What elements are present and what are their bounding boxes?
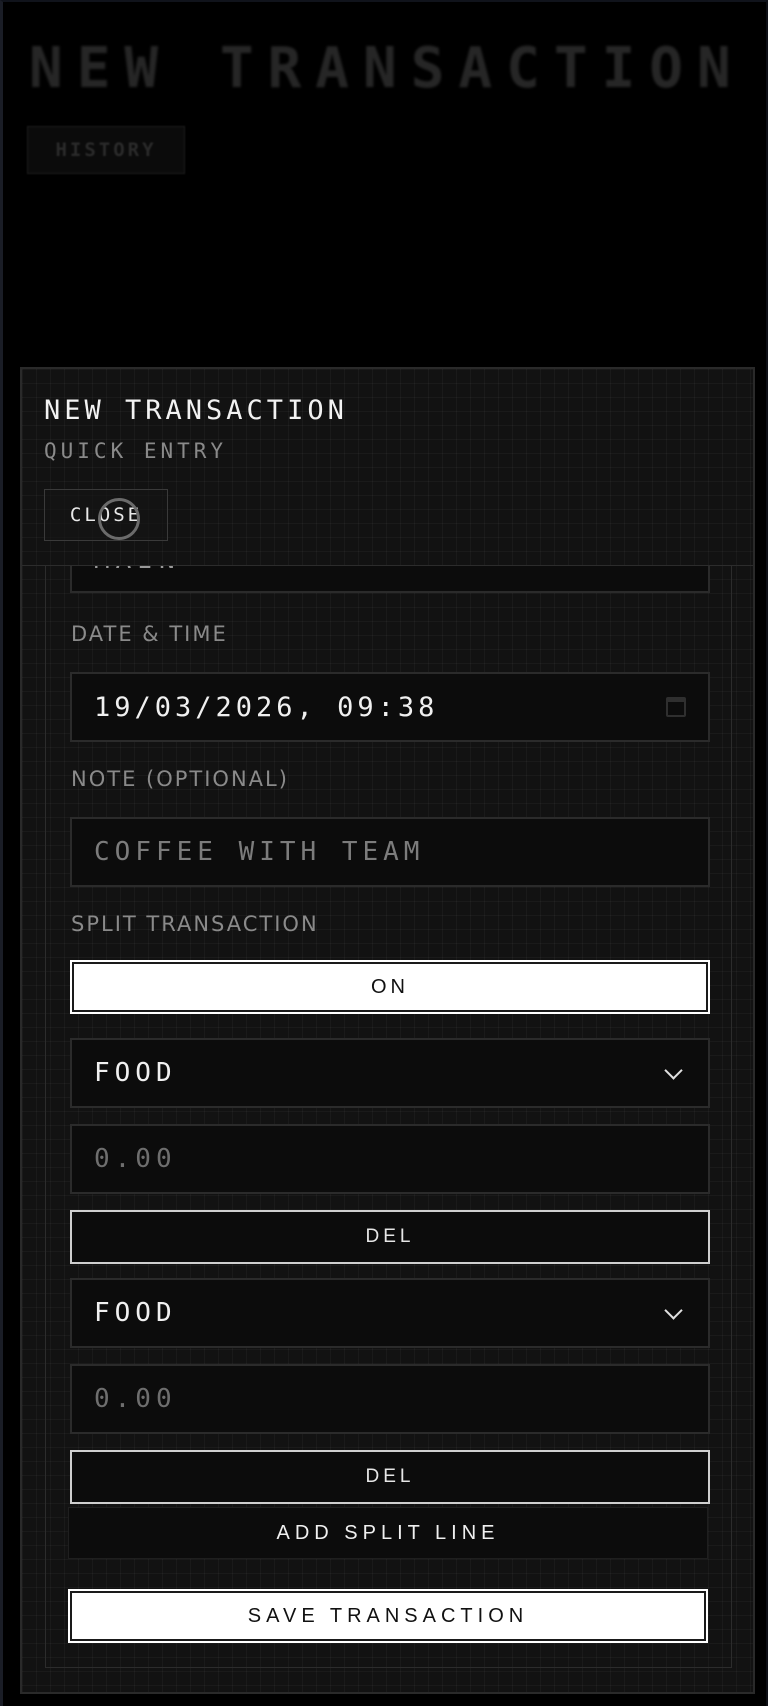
split-amount-input[interactable]: 0.00 (70, 1124, 710, 1194)
note-input[interactable]: COFFEE WITH TEAM (70, 817, 710, 887)
account-select[interactable]: MAIN (70, 566, 710, 593)
chevron-down-icon (664, 1300, 683, 1320)
date-time-input[interactable]: 19/03/2026, 09:38 (70, 672, 710, 742)
split-category-value: FOOD (94, 1298, 177, 1328)
add-split-line-button[interactable]: ADD SPLIT LINE (68, 1507, 708, 1559)
save-transaction-button[interactable]: SAVE TRANSACTION (68, 1589, 708, 1643)
account-select-value: MAIN (94, 566, 181, 575)
split-category-value: FOOD (94, 1058, 177, 1088)
note-label: NOTE (OPTIONAL) (71, 767, 289, 791)
chevron-down-icon (664, 1060, 683, 1080)
date-time-value: 19/03/2026, 09:38 (94, 691, 439, 723)
split-category-select[interactable]: FOOD (70, 1038, 710, 1108)
background-page-title: NEW TRANSACTION (29, 36, 745, 101)
new-transaction-modal: NEW TRANSACTION QUICK ENTRY CLOSE MAIN D… (20, 367, 755, 1694)
modal-subtitle: QUICK ENTRY (44, 439, 228, 463)
delete-split-button[interactable]: DEL (70, 1450, 710, 1504)
split-transaction-label: SPLIT TRANSACTION (71, 912, 319, 936)
close-button[interactable]: CLOSE (44, 489, 168, 541)
delete-split-button[interactable]: DEL (70, 1210, 710, 1264)
split-amount-input[interactable]: 0.00 (70, 1364, 710, 1434)
split-amount-placeholder: 0.00 (94, 1384, 177, 1414)
split-category-select[interactable]: FOOD (70, 1278, 710, 1348)
app-screen: NEW TRANSACTION HISTORY NEW TRANSACTION … (0, 0, 768, 1706)
background-history-button: HISTORY (27, 126, 185, 174)
split-toggle-button[interactable]: ON (70, 960, 710, 1014)
modal-title: NEW TRANSACTION (44, 395, 348, 426)
date-time-label: DATE & TIME (71, 622, 228, 646)
calendar-icon[interactable] (666, 697, 686, 717)
note-placeholder: COFFEE WITH TEAM (94, 837, 425, 867)
split-amount-placeholder: 0.00 (94, 1144, 177, 1174)
modal-header: NEW TRANSACTION QUICK ENTRY CLOSE (22, 369, 753, 566)
